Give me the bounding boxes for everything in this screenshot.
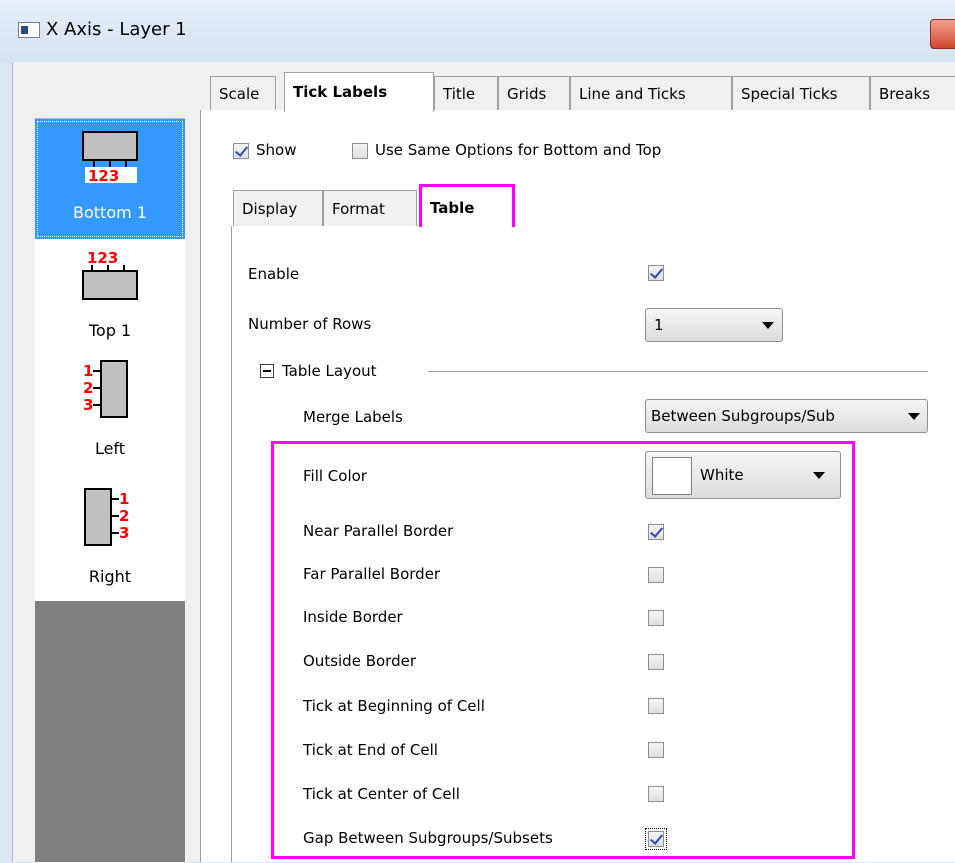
setting-label: Tick at Beginning of Cell [303,697,485,715]
tick-beginning-checkbox[interactable] [648,698,664,714]
axis-left-icon: 1 2 3 [83,360,128,418]
table-layout-group: Table Layout [282,362,377,380]
sidebar-item-label: Left [94,439,126,458]
axis-bottom-icon: 123 [82,131,138,183]
setting-label: Tick at End of Cell [303,741,438,759]
show-checkbox[interactable] [233,143,249,159]
collapse-icon[interactable] [260,364,274,378]
tab-title[interactable]: Title [434,76,498,110]
sidebar-empty-area [35,601,185,862]
tab-special-ticks[interactable]: Special Ticks [732,76,870,110]
sidebar-item-label: Top 1 [88,321,132,340]
setting-label: Tick at Center of Cell [303,785,460,803]
same-options-checkbox[interactable] [352,143,368,159]
window-title: X Axis - Layer 1 [46,19,187,40]
tick-end-checkbox[interactable] [648,742,664,758]
title-bar: X Axis - Layer 1 [0,0,955,62]
fill-color-value: White [700,466,744,484]
sidebar-item-label: Right [88,567,132,586]
chevron-down-icon [762,322,774,329]
close-button[interactable] [930,19,955,49]
enable-label: Enable [248,265,300,283]
subtab-format[interactable]: Format [323,190,417,226]
tab-breaks[interactable]: Breaks [870,76,955,110]
inside-border-checkbox[interactable] [648,610,664,626]
setting-label: Gap Between Subgroups/Subsets [303,829,553,847]
outside-border-checkbox[interactable] [648,654,664,670]
rows-value: 1 [654,316,664,334]
svg-text:123: 123 [88,167,119,183]
axis-right-icon: 1 2 3 [84,488,129,546]
svg-text:2: 2 [83,379,93,397]
fill-color-label: Fill Color [303,467,367,485]
same-options-label: Use Same Options for Bottom and Top [375,141,662,159]
setting-label: Far Parallel Border [303,565,441,583]
svg-text:3: 3 [83,396,93,414]
svg-text:1: 1 [83,362,93,380]
fill-color-dropdown[interactable]: White [645,451,841,499]
subtab-table[interactable]: Table [419,184,515,227]
tab-tick-labels[interactable]: Tick Labels [284,72,434,112]
axis-top-icon: 123 [82,249,138,300]
far-parallel-border-checkbox[interactable] [648,567,664,583]
merge-labels-value: Between Subgroups/Sub [651,407,835,425]
rows-label: Number of Rows [248,315,372,333]
tab-grids[interactable]: Grids [498,76,570,110]
subtab-display[interactable]: Display [233,190,323,226]
sidebar-item-top[interactable]: 123 Top 1 [35,239,185,349]
sidebar-item-label: Bottom 1 [73,203,147,222]
setting-label: Inside Border [303,608,403,626]
rows-dropdown[interactable]: 1 [645,308,783,342]
color-swatch [652,457,692,495]
near-parallel-border-checkbox[interactable] [648,524,664,540]
sidebar-item-left[interactable]: 1 2 3 Left [35,349,185,469]
svg-text:2: 2 [119,507,129,525]
chevron-down-icon [908,413,920,420]
sidebar-item-bottom[interactable]: 123 Bottom 1 [35,119,185,239]
sidebar-item-right[interactable]: 1 2 3 Right [35,469,185,602]
gap-between-subgroups-checkbox[interactable] [645,828,667,850]
svg-text:123: 123 [87,249,118,267]
tab-line-and-ticks[interactable]: Line and Ticks [570,76,732,110]
enable-checkbox[interactable] [648,265,664,281]
tick-center-checkbox[interactable] [648,786,664,802]
svg-text:1: 1 [119,490,129,508]
tab-scale[interactable]: Scale [210,76,276,110]
window-icon [18,22,40,38]
show-label: Show [256,141,297,159]
chevron-down-icon [813,472,825,479]
merge-labels-label: Merge Labels [303,408,403,426]
group-divider [428,371,928,372]
merge-labels-dropdown[interactable]: Between Subgroups/Sub [645,399,928,433]
setting-label: Outside Border [303,652,416,670]
svg-text:3: 3 [119,524,129,542]
setting-label: Near Parallel Border [303,522,454,540]
